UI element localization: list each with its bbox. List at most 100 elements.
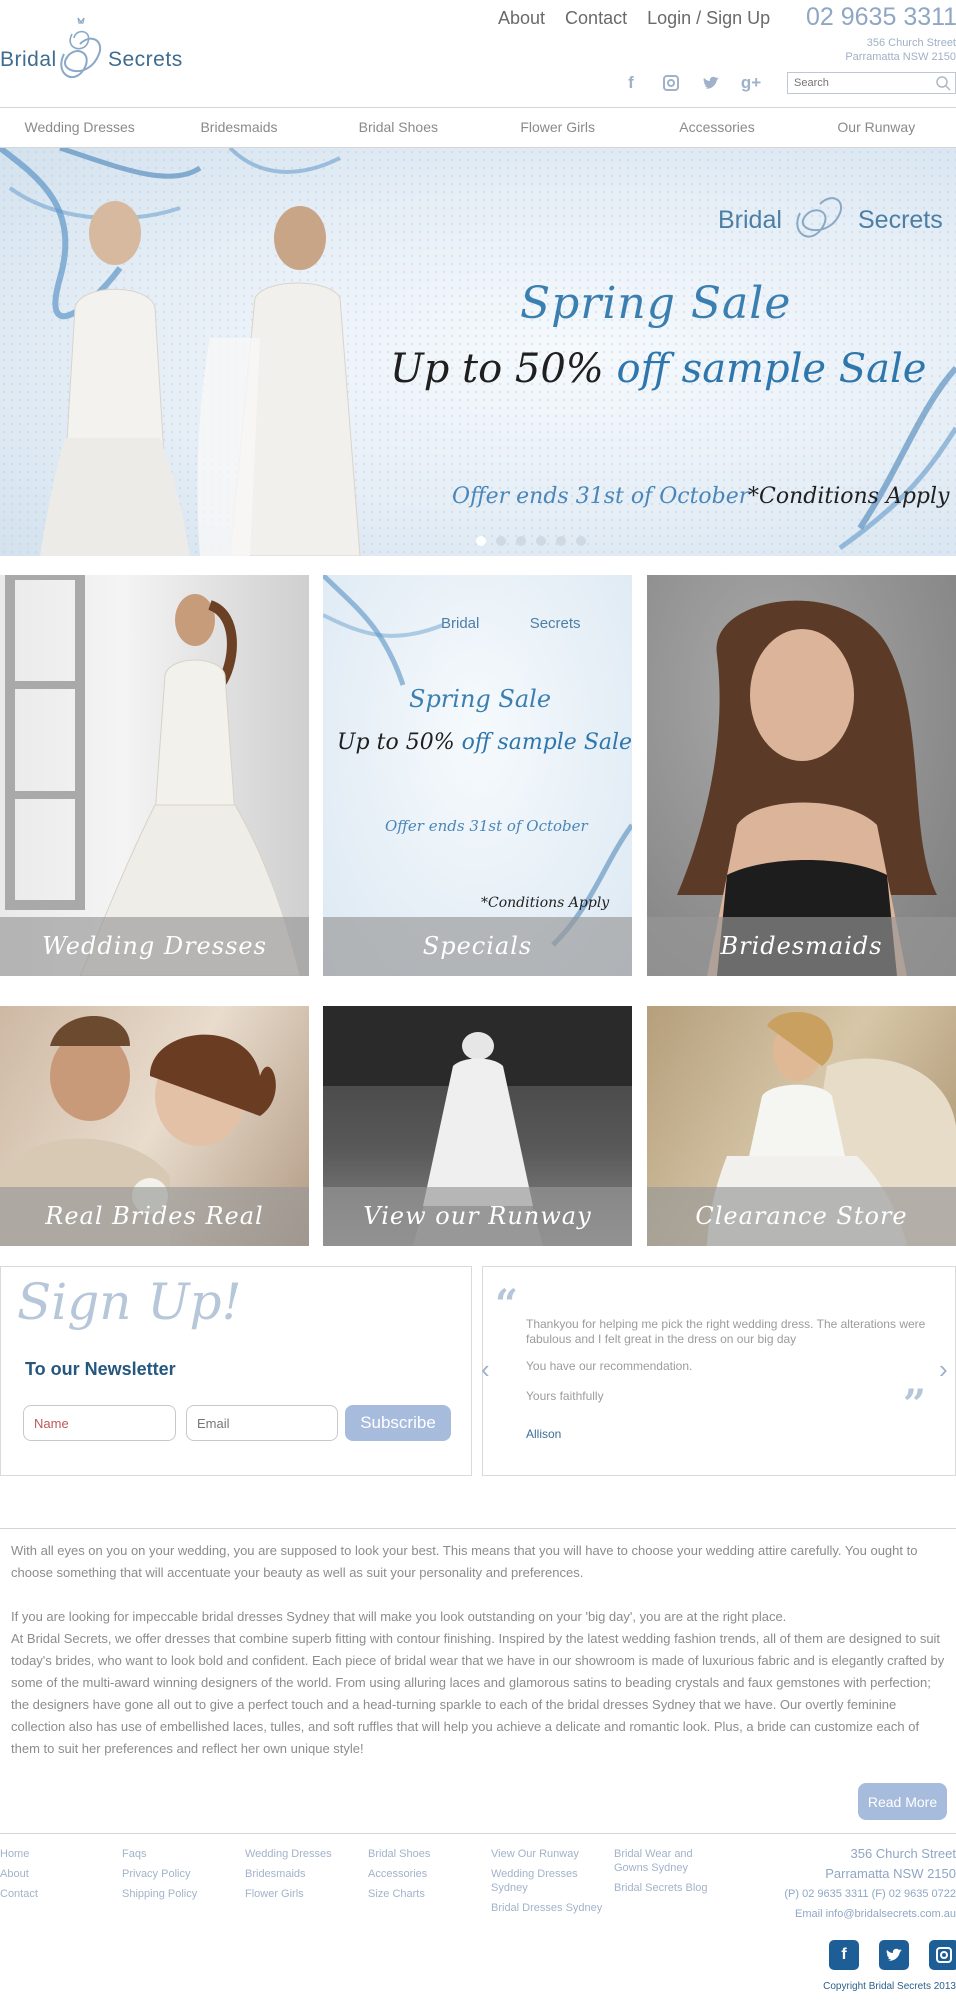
- testimonial-author: Allison: [526, 1427, 562, 1441]
- footer-link-runway[interactable]: View Our Runway: [491, 1844, 603, 1864]
- footer-link-bridal-wear[interactable]: Bridal Wear and Gowns Sydney: [614, 1847, 724, 1875]
- footer-address-line1: 356 Church Street: [850, 1846, 956, 1861]
- instagram-icon[interactable]: [929, 1940, 956, 1970]
- hero-monogram-icon: [796, 197, 843, 238]
- footer-link-wedding-dresses-sydney[interactable]: Wedding Dresses Sydney: [491, 1867, 603, 1895]
- testimonial-text: Thankyou for helping me pick the right w…: [526, 1317, 926, 1346]
- nav-bridesmaids[interactable]: Bridesmaids: [159, 108, 318, 147]
- footer-col-5: View Our Runway Wedding Dresses Sydney B…: [491, 1844, 603, 1918]
- nav-our-runway[interactable]: Our Runway: [797, 108, 956, 147]
- tile-clearance-store[interactable]: Clearance Store: [647, 1006, 956, 1246]
- email-field[interactable]: [186, 1405, 338, 1441]
- footer-divider: [0, 1833, 956, 1834]
- tile-specials[interactable]: Bridal Secrets Spring Sale Up to 50% off…: [323, 575, 632, 976]
- tile-logo-word-secrets: Secrets: [529, 615, 581, 632]
- tile-bridesmaids-photo: [677, 600, 937, 976]
- hero-logo: Bridal Secrets: [718, 178, 943, 248]
- open-quote-icon: “: [495, 1281, 519, 1328]
- footer-col-6: Bridal Wear and Gowns Sydney Bridal Secr…: [614, 1844, 724, 1898]
- tile-specials-subtitle-a: Up to 50%: [337, 730, 462, 755]
- footer-link-contact[interactable]: Contact: [0, 1884, 38, 1904]
- tile-caption: Bridesmaids: [647, 917, 956, 976]
- hero-banner[interactable]: Bridal Secrets Spring Sale Up to 50% off…: [0, 148, 956, 556]
- footer-link-accessories[interactable]: Accessories: [368, 1864, 430, 1884]
- testimonial-recommendation: You have our recommendation.: [526, 1359, 693, 1373]
- section-divider: [0, 1528, 956, 1529]
- main-nav: Wedding Dresses Bridesmaids Bridal Shoes…: [0, 107, 956, 148]
- slider-dot[interactable]: [516, 536, 526, 546]
- footer-link-shipping[interactable]: Shipping Policy: [122, 1884, 197, 1904]
- header-socials: f g+: [620, 72, 762, 94]
- footer-phones: (P) 02 9635 3311 (F) 02 9635 0722: [784, 1888, 956, 1900]
- chevron-right-icon[interactable]: ›: [939, 1356, 948, 1382]
- search-input[interactable]: [788, 73, 928, 93]
- tile-runway[interactable]: View our Runway: [323, 1006, 632, 1246]
- header-phone[interactable]: 02 9635 3311: [806, 3, 956, 32]
- site-logo[interactable]: Bridal Secrets: [0, 14, 182, 94]
- chevron-left-icon[interactable]: ‹: [481, 1356, 490, 1382]
- facebook-icon[interactable]: f: [829, 1940, 859, 1970]
- twitter-icon[interactable]: [879, 1940, 909, 1970]
- footer-link-about[interactable]: About: [0, 1864, 38, 1884]
- google-plus-icon[interactable]: g+: [740, 72, 762, 94]
- nav-wedding-dresses[interactable]: Wedding Dresses: [0, 108, 159, 147]
- top-links: About Contact Login / Sign Up: [498, 8, 770, 29]
- read-more-button[interactable]: Read More: [858, 1783, 947, 1820]
- tile-caption: Real Brides Real Stories: [0, 1187, 309, 1246]
- header-address-line1: 356 Church Street: [866, 37, 956, 49]
- nav-accessories[interactable]: Accessories: [637, 108, 796, 147]
- signup-heading: Sign Up!: [17, 1273, 242, 1331]
- hero-subtitle-a: Up to 50%: [390, 346, 617, 392]
- footer-link-flower-girls[interactable]: Flower Girls: [245, 1884, 332, 1904]
- twitter-icon[interactable]: [700, 72, 722, 94]
- about-link[interactable]: About: [498, 8, 545, 29]
- footer-link-bridal-shoes[interactable]: Bridal Shoes: [368, 1844, 430, 1864]
- nav-bridal-shoes[interactable]: Bridal Shoes: [319, 108, 478, 147]
- tile-specials-subtitle-b: off sample Sale: [461, 730, 632, 755]
- tile-wedding-dresses[interactable]: Wedding Dresses: [0, 575, 309, 976]
- footer-col-3: Wedding Dresses Bridesmaids Flower Girls: [245, 1844, 332, 1904]
- footer-col-1: Home About Contact: [0, 1844, 38, 1904]
- slider-dot[interactable]: [496, 536, 506, 546]
- instagram-icon[interactable]: [660, 72, 682, 94]
- contact-link[interactable]: Contact: [565, 8, 627, 29]
- footer-link-bridal-dresses-sydney[interactable]: Bridal Dresses Sydney: [491, 1898, 603, 1918]
- testimonial-box: ‹ “ Thankyou for helping me pick the rig…: [481, 1266, 956, 1476]
- nav-flower-girls[interactable]: Flower Girls: [478, 108, 637, 147]
- footer-link-blog[interactable]: Bridal Secrets Blog: [614, 1878, 724, 1898]
- footer-link-bridesmaids[interactable]: Bridesmaids: [245, 1864, 332, 1884]
- search-icon[interactable]: [935, 75, 951, 96]
- name-field[interactable]: [23, 1405, 176, 1441]
- login-signup-link[interactable]: Login / Sign Up: [647, 8, 770, 29]
- slider-dot[interactable]: [576, 536, 586, 546]
- tile-wedding-dresses-photo: [5, 575, 301, 976]
- slider-dot[interactable]: [556, 536, 566, 546]
- newsletter-box: Sign Up! To our Newsletter Subscribe: [0, 1266, 472, 1476]
- tile-specials-subtitle: Up to 50% off sample Sale: [337, 730, 632, 755]
- tile-real-brides[interactable]: Real Brides Real Stories: [0, 1006, 309, 1246]
- search-box: [787, 72, 956, 94]
- slider-dot[interactable]: [476, 536, 486, 546]
- footer-link-size-charts[interactable]: Size Charts: [368, 1884, 430, 1904]
- close-quote-icon: ”: [903, 1381, 927, 1428]
- hero-conditions: *Conditions Apply: [748, 484, 950, 509]
- footer-link-faqs[interactable]: Faqs: [122, 1844, 197, 1864]
- testimonial-signoff: Yours faithfully: [526, 1389, 604, 1403]
- hero-logo-word-secrets: Secrets: [858, 206, 943, 234]
- tile-specials-foliage: [323, 575, 632, 947]
- tile-specials-title: Spring Sale: [409, 685, 552, 713]
- footer-link-wedding-dresses[interactable]: Wedding Dresses: [245, 1844, 332, 1864]
- footer-link-home[interactable]: Home: [0, 1844, 38, 1864]
- tile-bridesmaids[interactable]: Bridesmaids: [647, 575, 956, 976]
- footer-col-2: Faqs Privacy Policy Shipping Policy: [122, 1844, 197, 1904]
- subscribe-button[interactable]: Subscribe: [345, 1405, 451, 1441]
- intro-paragraph-2: If you are looking for impeccable bridal…: [11, 1609, 787, 1624]
- facebook-icon[interactable]: f: [620, 72, 642, 94]
- slider-dot[interactable]: [536, 536, 546, 546]
- footer-link-privacy[interactable]: Privacy Policy: [122, 1864, 197, 1884]
- tile-logo-word-bridal: Bridal: [441, 615, 480, 632]
- footer-email[interactable]: Email info@bridalsecrets.com.au: [784, 1904, 956, 1924]
- tile-specials-offer: Offer ends 31st of October: [385, 817, 588, 835]
- tile-caption: Specials: [323, 917, 632, 976]
